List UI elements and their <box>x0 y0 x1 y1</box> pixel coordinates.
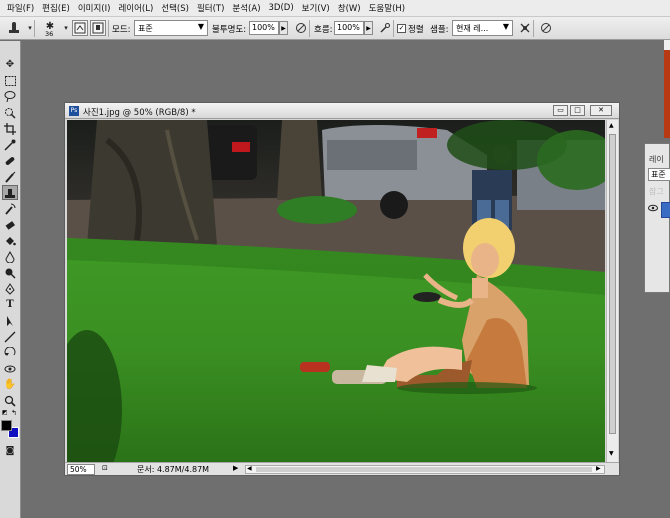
lasso-tool-icon[interactable] <box>2 89 18 104</box>
eyedropper-tool-icon[interactable] <box>2 137 18 152</box>
flow-input[interactable]: 100% <box>334 21 364 35</box>
ignore-adjustment-layers-icon[interactable] <box>517 20 533 36</box>
brush-size-value: 36 <box>45 30 54 38</box>
menu-image[interactable]: 이미지(I) <box>74 2 115 14</box>
sample-select-value: 현재 레... <box>456 24 489 33</box>
photo-image <box>67 120 605 462</box>
horizontal-scroll-thumb[interactable] <box>256 467 592 472</box>
menu-select[interactable]: 선택(S) <box>157 2 193 14</box>
options-bar: ▾ ✱ 36 ▾ 모드: 표준 ▼ 불투명도: 100% ▶ 흐름: 100% … <box>0 17 670 40</box>
blend-mode-select[interactable]: 표준 <box>648 168 670 181</box>
toggle-brush-panel-icon[interactable] <box>72 20 88 36</box>
flow-label: 흐름: <box>314 25 333 35</box>
scroll-up-icon[interactable]: ▲ <box>609 122 614 129</box>
status-menu-arrow-icon[interactable]: ▶ <box>233 464 238 472</box>
photo-canvas[interactable] <box>67 120 605 462</box>
maximize-icon: □ <box>574 106 581 114</box>
clone-source-panel-icon[interactable] <box>90 20 106 36</box>
mode-select[interactable]: 표준 ▼ <box>134 20 208 36</box>
chevron-down-icon: ▼ <box>502 22 509 31</box>
default-colors-icon[interactable]: ◩ <box>2 409 9 416</box>
opacity-label: 불투명도: <box>212 25 247 35</box>
menu-window[interactable]: 창(W) <box>334 2 365 14</box>
line-tool-icon[interactable] <box>2 329 18 344</box>
horizontal-scrollbar[interactable]: ◀ ▶ <box>245 465 605 474</box>
opacity-input[interactable]: 100% <box>249 21 279 35</box>
3d-rotate-tool-icon[interactable] <box>2 345 18 360</box>
eye-icon[interactable] <box>648 204 658 215</box>
clone-stamp-tool-icon[interactable] <box>2 185 18 200</box>
paint-bucket-tool-icon[interactable] <box>2 233 18 248</box>
pressure-opacity-icon[interactable] <box>293 20 309 36</box>
menu-filter[interactable]: 필터(T) <box>193 2 228 14</box>
document-title: 사진1.jpg @ 50% (RGB/8) * <box>83 108 196 118</box>
sample-select[interactable]: 현재 레... ▼ <box>452 20 513 36</box>
minimize-icon: ▭ <box>557 106 564 114</box>
maximize-button[interactable]: □ <box>570 105 585 116</box>
move-tool-icon[interactable]: ✥ <box>2 57 18 72</box>
healing-brush-tool-icon[interactable] <box>2 153 18 168</box>
menu-analysis[interactable]: 분석(A) <box>228 2 264 14</box>
pressure-size-icon[interactable] <box>538 20 554 36</box>
vertical-scrollbar[interactable]: ▲ ▼ <box>606 120 618 462</box>
opacity-arrow-icon[interactable]: ▶ <box>279 21 288 35</box>
menu-file[interactable]: 파일(F) <box>3 2 38 14</box>
toolbox: ✥ T ✋ ◩ ↰ ◙ <box>0 41 21 518</box>
menu-help[interactable]: 도움말(H) <box>365 2 409 14</box>
flow-arrow-icon[interactable]: ▶ <box>364 21 373 35</box>
history-brush-tool-icon[interactable] <box>2 201 18 216</box>
aligned-label: 정렬 <box>408 25 424 35</box>
status-bar: 50% ⊡ 문서: 4.87M/4.87M ▶ ◀ ▶ <box>65 462 619 475</box>
scroll-right-icon[interactable]: ▶ <box>596 465 601 472</box>
quick-mask-icon[interactable]: ◙ <box>2 443 18 458</box>
layers-panel: 레이 표준 잠그 <box>644 143 670 293</box>
menu-view[interactable]: 보기(V) <box>298 2 334 14</box>
navigator-thumbnail <box>664 50 670 138</box>
menu-bar: 파일(F) 편집(E) 이미지(I) 레이어(L) 선택(S) 필터(T) 분석… <box>0 0 670 17</box>
foreground-color-swatch[interactable] <box>1 420 12 431</box>
minimize-button[interactable]: ▭ <box>553 105 568 116</box>
scroll-down-icon[interactable]: ▼ <box>609 450 614 457</box>
dodge-tool-icon[interactable] <box>2 265 18 280</box>
mode-select-value: 표준 <box>138 24 153 33</box>
airbrush-icon[interactable] <box>377 20 393 36</box>
document-size: 문서: 4.87M/4.87M <box>137 465 210 474</box>
document-window: Ps 사진1.jpg @ 50% (RGB/8) * ▭ □ ✕ ▲ ▼ 50%… <box>64 102 620 476</box>
document-title-bar[interactable]: Ps 사진1.jpg @ 50% (RGB/8) * ▭ □ ✕ <box>65 103 619 119</box>
blur-tool-icon[interactable] <box>2 249 18 264</box>
path-selection-tool-icon[interactable] <box>2 313 18 328</box>
sample-label: 샘플: <box>430 25 449 35</box>
vertical-scroll-thumb[interactable] <box>609 134 616 434</box>
crop-tool-icon[interactable] <box>2 121 18 136</box>
panel-edge <box>664 40 670 50</box>
menu-3d[interactable]: 3D(D) <box>265 3 298 13</box>
brush-tool-icon[interactable] <box>2 169 18 184</box>
scroll-left-icon[interactable]: ◀ <box>247 465 252 472</box>
type-tool-icon[interactable]: T <box>2 297 18 312</box>
hand-tool-icon[interactable]: ✋ <box>2 377 18 392</box>
status-info-icon[interactable]: ⊡ <box>102 464 108 472</box>
close-icon: ✕ <box>598 106 604 114</box>
swap-colors-icon[interactable]: ↰ <box>11 409 17 417</box>
tool-preset-arrow-icon[interactable]: ▾ <box>22 20 38 36</box>
zoom-tool-icon[interactable] <box>2 393 18 408</box>
eraser-tool-icon[interactable] <box>2 217 18 232</box>
aligned-checkbox[interactable]: ✓ <box>397 24 406 33</box>
clone-stamp-icon[interactable] <box>6 20 22 36</box>
3d-orbit-tool-icon[interactable] <box>2 361 18 376</box>
menu-edit[interactable]: 편집(E) <box>38 2 74 14</box>
pen-tool-icon[interactable] <box>2 281 18 296</box>
marquee-tool-icon[interactable] <box>2 73 18 88</box>
chevron-down-icon: ▼ <box>197 22 204 31</box>
lock-label: 잠그 <box>649 187 664 196</box>
mode-label: 모드: <box>112 25 131 35</box>
close-button[interactable]: ✕ <box>590 105 612 116</box>
layers-panel-tab[interactable]: 레이 <box>649 154 664 165</box>
zoom-level-field[interactable]: 50% <box>67 464 95 475</box>
menu-layer[interactable]: 레이어(L) <box>114 2 157 14</box>
layer-thumbnail[interactable] <box>661 202 670 218</box>
photoshop-document-icon: Ps <box>69 106 79 116</box>
quick-selection-tool-icon[interactable] <box>2 105 18 120</box>
